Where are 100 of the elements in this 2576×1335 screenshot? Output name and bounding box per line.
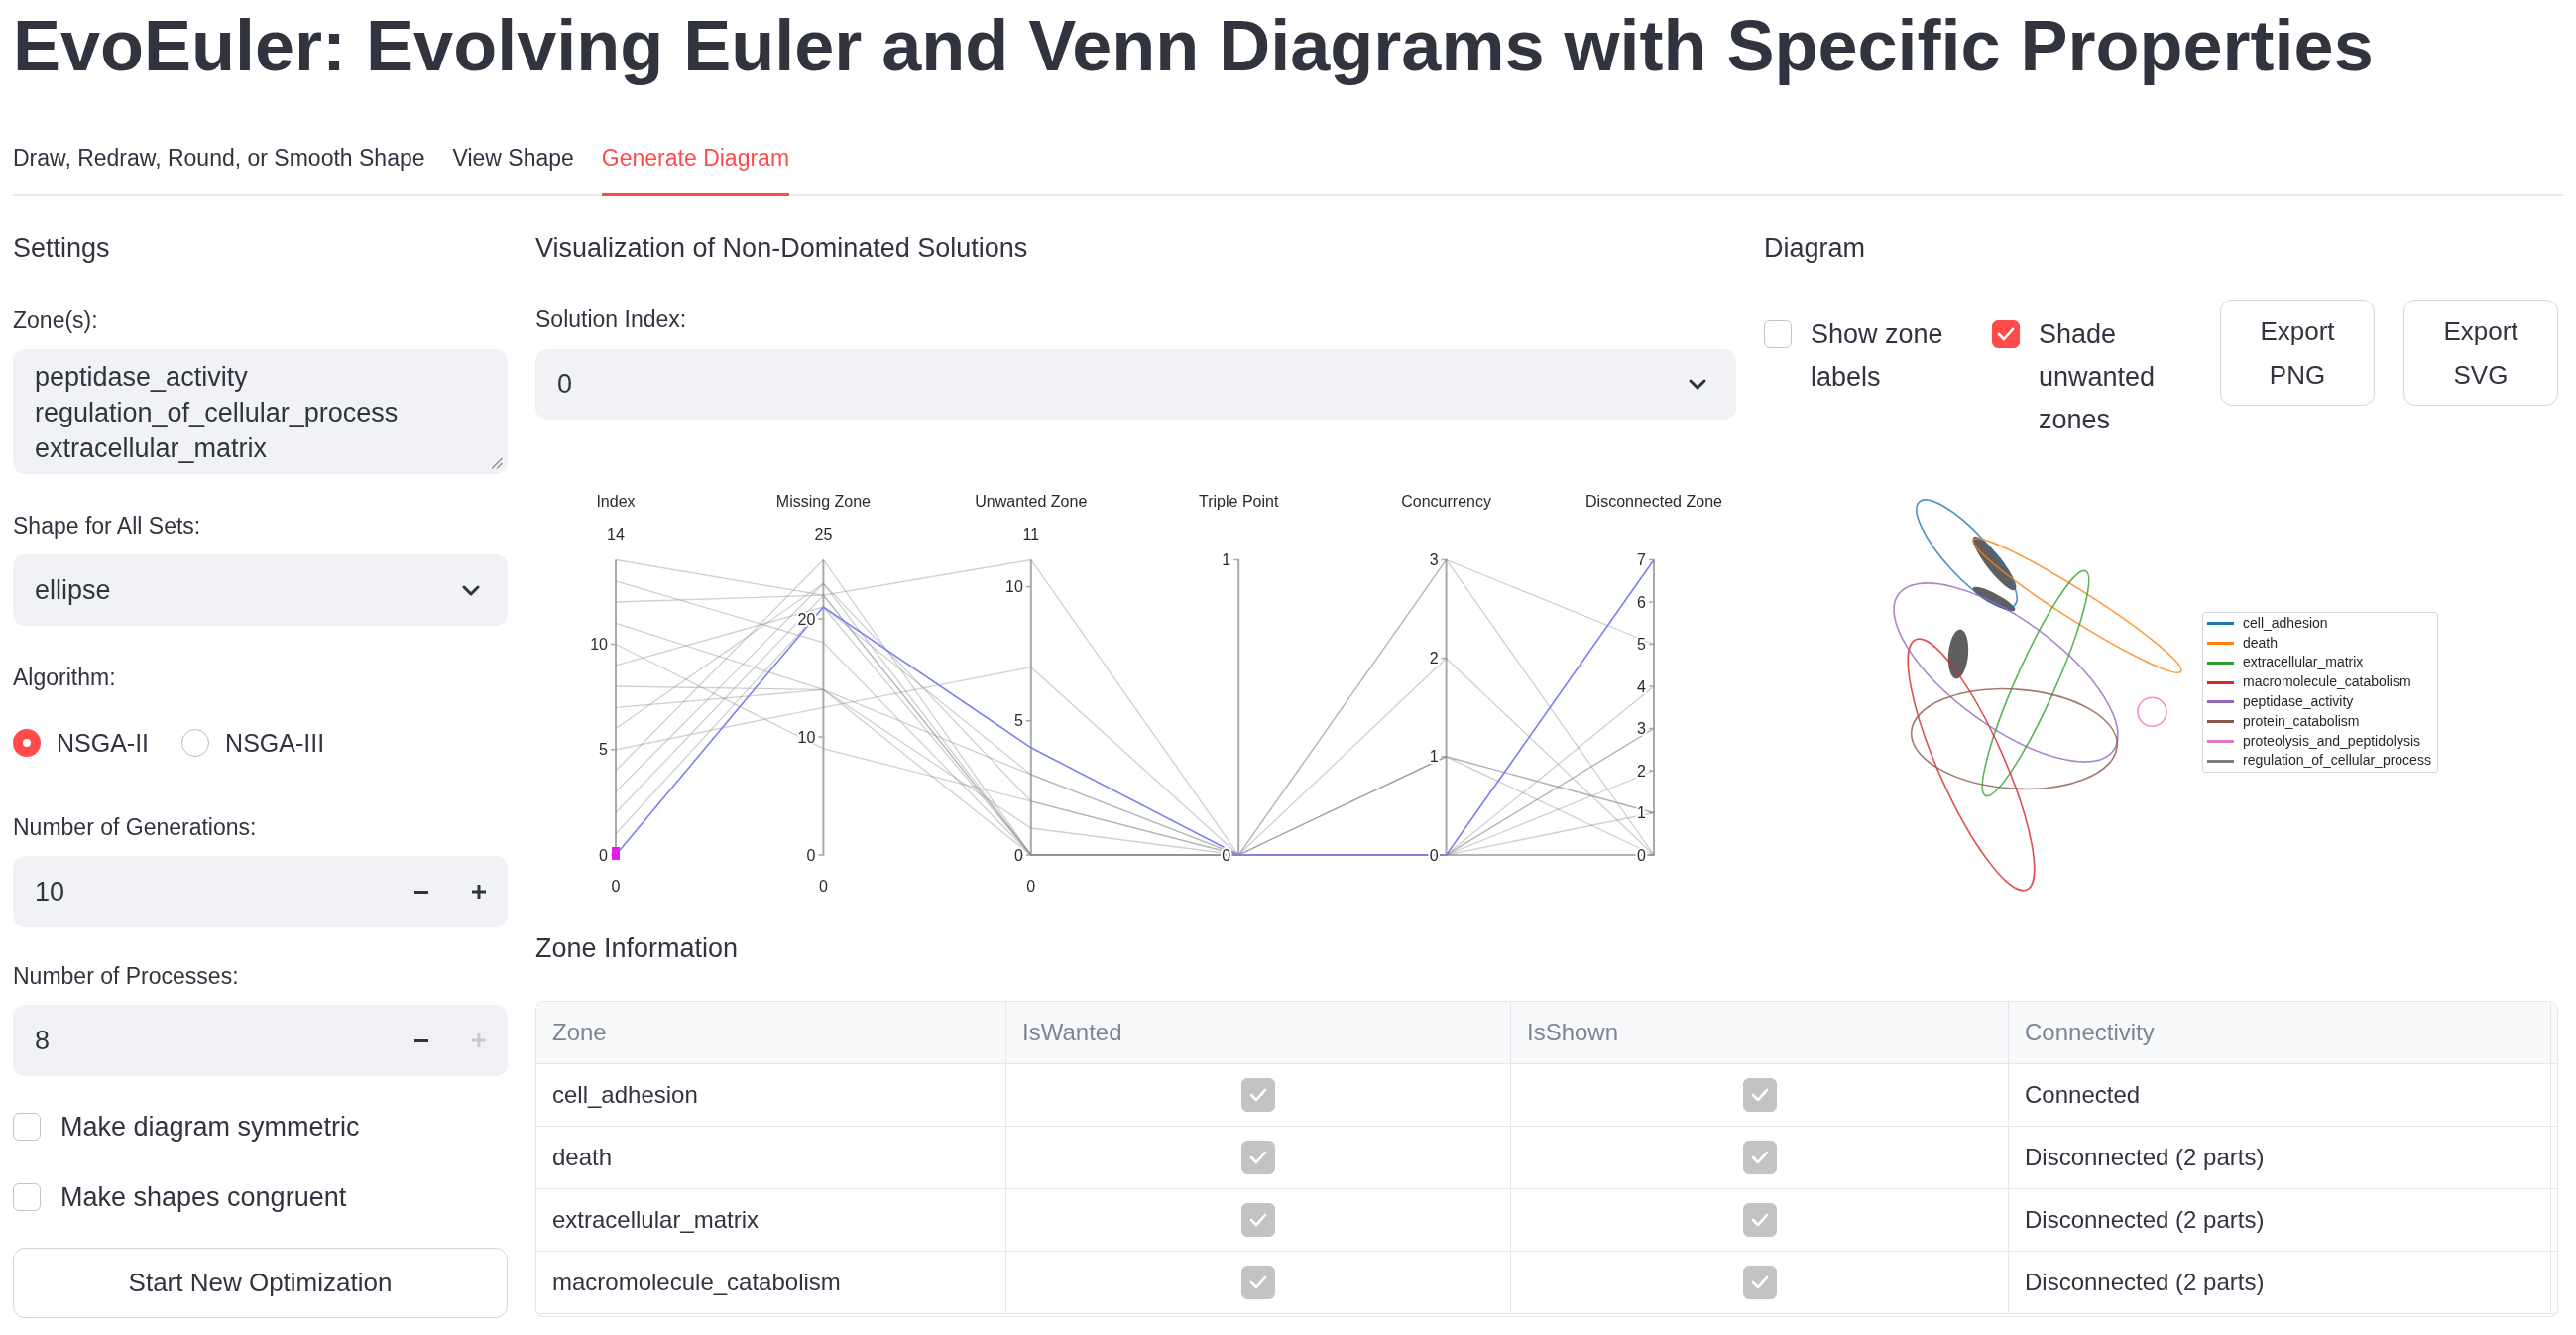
checkbox[interactable] <box>1241 1140 1275 1174</box>
tick-label: 1 <box>1637 804 1646 821</box>
checkbox[interactable] <box>1241 1077 1275 1112</box>
export-button[interactable]: Export SVG <box>2403 300 2558 406</box>
check-icon <box>1750 1150 1769 1164</box>
field-label: Number of Generations: <box>13 813 257 842</box>
number-input[interactable]: 10 <box>13 856 393 927</box>
chevron-down-icon <box>462 584 480 596</box>
section-heading: Zone Information <box>535 931 739 965</box>
plus-icon <box>472 1033 486 1047</box>
table-cell: extracellular_matrix <box>552 1204 760 1235</box>
minus-icon <box>414 890 428 894</box>
tab[interactable]: View Shape <box>452 129 574 196</box>
table-cell: death <box>552 1142 613 1172</box>
checkbox[interactable] <box>13 1113 41 1141</box>
axis-title: Disconnected Zone <box>1585 492 1722 510</box>
tab[interactable]: Draw, Redraw, Round, or Smooth Shape <box>13 129 425 196</box>
axis-title: Unwanted Zone <box>975 492 1088 510</box>
check-icon <box>1750 1274 1769 1289</box>
export-button[interactable]: Export PNG <box>2220 300 2375 406</box>
select-field[interactable]: 0 <box>535 349 1736 420</box>
page-title: EvoEuler: Evolving Euler and Venn Diagrams with Specific Properties <box>13 5 2375 87</box>
checkbox[interactable] <box>1992 320 2020 348</box>
tick-label: 10 <box>797 728 816 746</box>
tick-label: 2 <box>1429 650 1439 668</box>
tick-label: 5 <box>599 741 608 759</box>
check-icon <box>1249 1212 1267 1227</box>
legend-label: macromolecule_catabolism <box>2243 672 2411 692</box>
column-header: Connectivity <box>2025 1017 2155 1047</box>
legend-label: regulation_of_cellular_process <box>2243 751 2431 771</box>
section-heading: Diagram <box>1764 232 1866 265</box>
range-label: 0 <box>818 877 828 895</box>
tick-label: 5 <box>1013 712 1023 730</box>
tick-label: 20 <box>797 610 816 628</box>
section-heading: Settings <box>13 232 110 265</box>
legend-label: death <box>2243 633 2279 653</box>
legend-label: extracellular_matrix <box>2243 653 2364 672</box>
table-cell: macromolecule_catabolism <box>552 1267 841 1297</box>
legend-label: proteolysis_and_peptidolysis <box>2243 731 2420 751</box>
range-label: 0 <box>611 877 621 895</box>
selection-marker-icon[interactable] <box>612 847 620 860</box>
tick-label: 10 <box>1005 578 1023 596</box>
resize-grip-icon[interactable] <box>491 457 503 469</box>
range-label: 14 <box>607 525 625 543</box>
range-label: 25 <box>814 525 833 543</box>
legend-label: cell_adhesion <box>2243 613 2328 633</box>
checkbox-label: Make shapes congruent <box>60 1181 347 1214</box>
axis-title: Missing Zone <box>775 492 871 510</box>
column-header: IsWanted <box>1022 1017 1122 1047</box>
tick-label: 0 <box>1222 846 1231 864</box>
table-cell: Disconnected (2 parts) <box>2025 1204 2265 1235</box>
section-heading: Visualization of Non-Dominated Solutions <box>535 232 1028 265</box>
legend-label: protein_catabolism <box>2243 711 2360 731</box>
minus-icon <box>414 1038 428 1042</box>
table-cell: cell_adhesion <box>552 1079 698 1110</box>
tick-label: 0 <box>1013 846 1023 864</box>
field-label: Zone(s): <box>13 306 98 335</box>
checkbox[interactable] <box>13 1183 41 1211</box>
start-button[interactable]: Start New Optimization <box>13 1248 508 1318</box>
axis-title: Index <box>596 492 636 510</box>
select-field[interactable]: ellipse <box>13 554 508 626</box>
axis-title: Concurrency <box>1401 492 1491 510</box>
check-icon <box>1249 1087 1267 1102</box>
checkbox[interactable] <box>1241 1202 1275 1237</box>
table-cell: Disconnected (2 parts) <box>2025 1142 2265 1172</box>
check-icon <box>1249 1150 1267 1164</box>
column-header: Zone <box>552 1017 607 1047</box>
checkbox[interactable] <box>1742 1077 1777 1112</box>
checkbox-label: Shade unwanted zones <box>2039 317 2157 436</box>
column-header: IsShown <box>1527 1017 1619 1047</box>
tick-label: 5 <box>1637 636 1646 653</box>
checkbox[interactable] <box>1742 1202 1777 1237</box>
table-cell: Disconnected (2 parts) <box>2025 1267 2265 1297</box>
tick-label: 2 <box>1637 762 1646 780</box>
tick-label: 3 <box>1637 720 1646 737</box>
radio-button[interactable] <box>13 729 41 757</box>
tick-label: 0 <box>599 846 608 864</box>
tick-label: 6 <box>1637 593 1646 611</box>
axis-title: Triple Point <box>1199 492 1279 510</box>
check-icon <box>1750 1087 1769 1102</box>
checkbox[interactable] <box>1764 320 1792 348</box>
plus-icon <box>472 885 486 899</box>
checkbox-label: Make diagram symmetric <box>60 1111 360 1144</box>
checkbox[interactable] <box>1742 1265 1777 1299</box>
number-input[interactable]: 8 <box>13 1005 393 1076</box>
range-label: 11 <box>1022 525 1040 543</box>
tick-label: 3 <box>1429 551 1439 568</box>
field-label: Algorithm: <box>13 664 116 692</box>
increment-button[interactable] <box>450 856 508 927</box>
radio-button[interactable] <box>181 729 210 757</box>
zones-text-area[interactable]: peptidase_activity regulation_of_cellular_process extracellular_matrix <box>13 349 508 474</box>
tick-label: 1 <box>1222 551 1231 568</box>
checkbox[interactable] <box>1742 1140 1777 1174</box>
field-label: Solution Index: <box>535 305 687 334</box>
tick-label: 1 <box>1429 748 1439 766</box>
field-label: Number of Processes: <box>13 962 239 991</box>
checkbox[interactable] <box>1241 1265 1275 1299</box>
tick-label: 7 <box>1637 551 1646 568</box>
tick-label: 4 <box>1637 677 1646 695</box>
checkbox-label: Show zone labels <box>1811 317 1944 394</box>
